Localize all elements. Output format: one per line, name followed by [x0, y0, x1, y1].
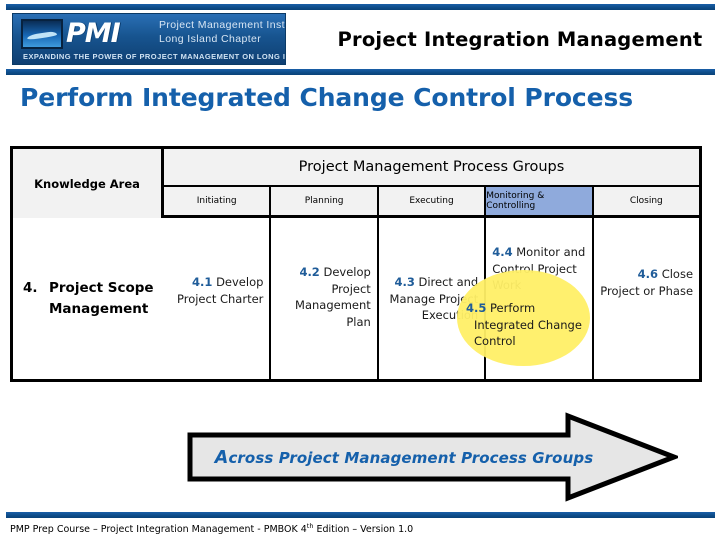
footer-text: PMP Prep Course – Project Integration Ma… [10, 522, 413, 535]
process-4-1-label: Develop Project Charter [176, 275, 264, 306]
cell-closing: 4.6 Close Project or Phase [594, 218, 699, 379]
pmi-tagline: EXPANDING THE POWER OF PROJECT MANAGEMEN… [23, 52, 286, 61]
process-group-header-row: Initiating Planning Executing Monitoring… [164, 187, 700, 218]
across-arrow-lead-cap: A [214, 448, 229, 468]
footer-text-after: Edition – Version 1.0 [313, 524, 414, 536]
pmi-logo-mark: PMI [21, 19, 151, 49]
process-4-2: 4.2 Develop Project Management Plan [277, 224, 371, 330]
group-header-closing: Closing [593, 187, 700, 215]
process-4-4-number: 4.4 [492, 245, 513, 259]
process-4-6-number: 4.6 [637, 267, 659, 281]
knowledge-area-header-cell: Knowledge Area [13, 149, 164, 218]
top-accent-bar [6, 4, 715, 10]
process-matrix-table: Knowledge Area Project Management Proces… [10, 146, 702, 382]
knowledge-area-name: Project Scope Management [49, 279, 154, 317]
across-arrow-rest: cross Project Management Process Groups [228, 449, 594, 467]
pmi-org-line-2: Long Island Chapter [159, 33, 262, 45]
footer-text-before: PMP Prep Course – Project Integration Ma… [10, 524, 307, 536]
across-process-groups-arrow: Across Project Management Process Groups [186, 412, 678, 502]
pmi-logo: PMI Project Management Institute Long Is… [12, 13, 286, 65]
cell-initiating: 4.1 Develop Project Charter [164, 218, 272, 379]
knowledge-area-row-cell: 4. Project Scope Management [13, 218, 164, 379]
process-4-5-label: Perform Integrated Change Control [474, 301, 582, 348]
footer-accent-bar [6, 512, 715, 518]
header-title: Project Integration Management [337, 28, 703, 51]
cell-planning: 4.2 Develop Project Management Plan [271, 218, 379, 379]
group-header-initiating: Initiating [164, 187, 272, 215]
knowledge-area-row-label: 4. Project Scope Management [23, 278, 164, 320]
process-4-5: 4.5 Perform Integrated Change Control [466, 300, 590, 350]
process-4-5-number: 4.5 [466, 301, 487, 315]
process-4-1-number: 4.1 [192, 275, 213, 289]
across-arrow-label: Across Project Management Process Groups [214, 448, 594, 468]
slide-title: Perform Integrated Change Control Proces… [20, 83, 634, 112]
pmi-org-line-1: Project Management Institute [159, 19, 285, 31]
process-4-1: 4.1 Develop Project Charter [170, 224, 263, 307]
process-4-6: 4.6 Close Project or Phase [600, 224, 693, 299]
group-header-executing: Executing [378, 187, 487, 215]
process-groups-header-label: Project Management Process Groups [298, 159, 565, 175]
process-groups-header-cell: Project Management Process Groups [164, 149, 699, 187]
knowledge-area-header-label: Knowledge Area [34, 176, 140, 191]
header-divider-bar [6, 69, 715, 75]
group-header-monitoring-controlling: Monitoring & Controlling [486, 187, 594, 215]
process-4-2-number: 4.2 [299, 265, 320, 279]
process-matrix-body-row: 4.1 Develop Project Charter 4.2 Develop … [164, 218, 699, 379]
long-island-icon [21, 19, 63, 49]
pmi-logo-letters: PMI [66, 18, 121, 49]
knowledge-area-number: 4. [23, 279, 38, 296]
process-4-3-number: 4.3 [394, 275, 415, 289]
group-header-planning: Planning [271, 187, 379, 215]
